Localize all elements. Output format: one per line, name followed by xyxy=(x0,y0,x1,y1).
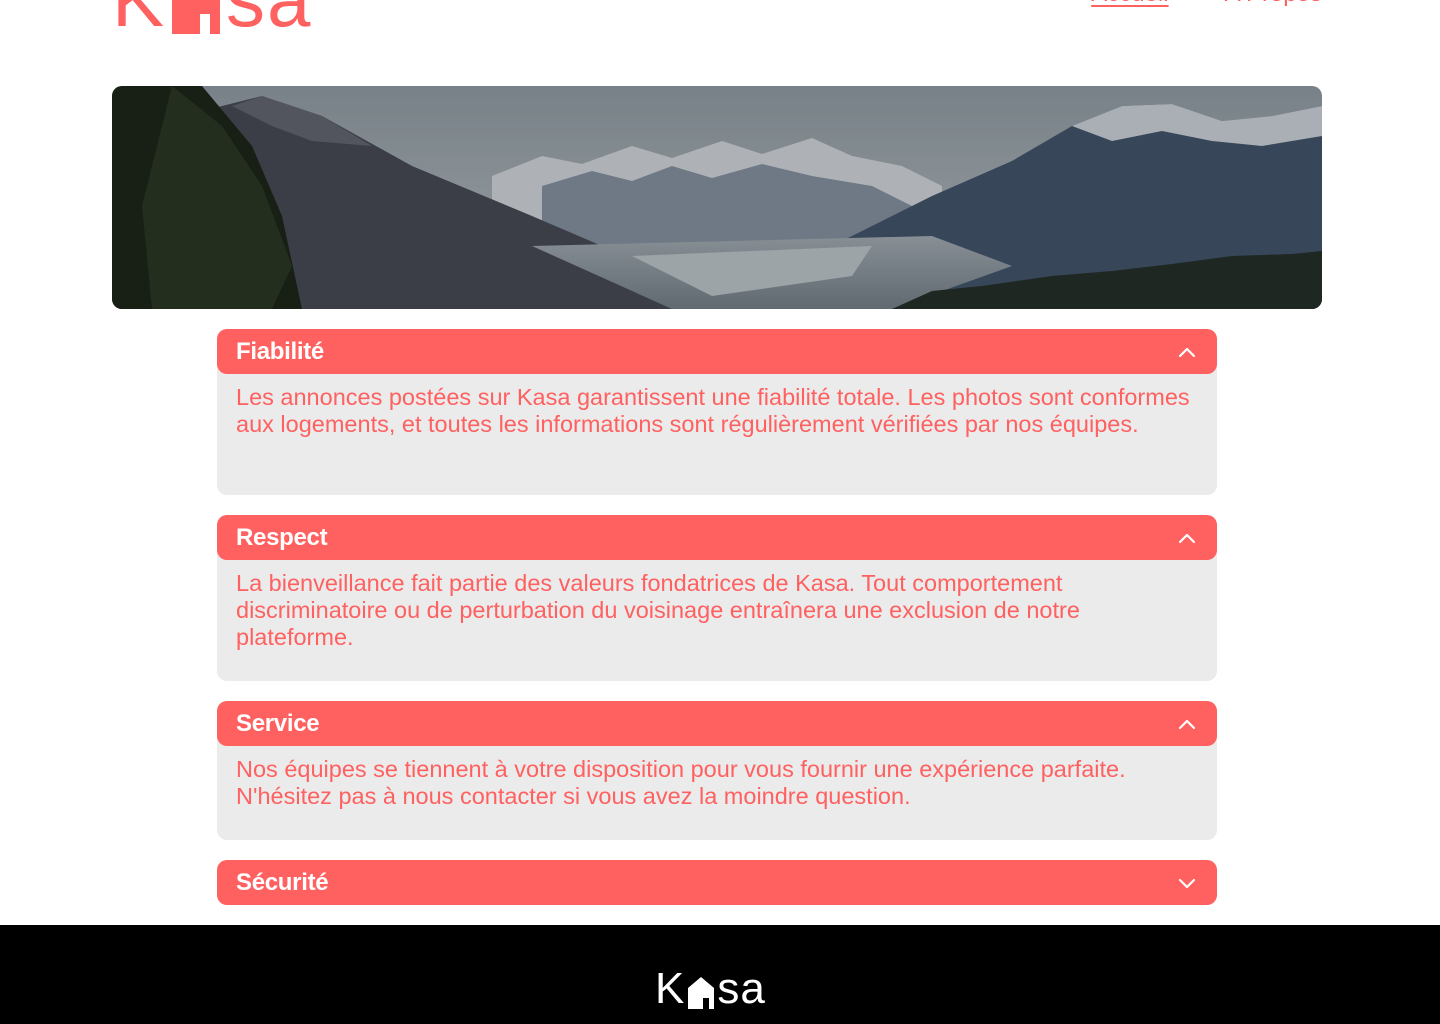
collapse-fiabilite: Fiabilité Les annonces postées sur Kasa … xyxy=(217,329,1217,495)
about-banner xyxy=(112,86,1322,309)
main-nav: Accueil A Propos xyxy=(1091,0,1322,8)
collapse-service: Service Nos équipes se tiennent à votre … xyxy=(217,701,1217,840)
collapse-text: Nos équipes se tiennent à votre disposit… xyxy=(236,756,1126,809)
collapse-header-fiabilite[interactable]: Fiabilité xyxy=(217,329,1217,374)
collapse-header-securite[interactable]: Sécurité xyxy=(217,860,1217,905)
collapse-title: Sécurité xyxy=(236,868,329,896)
chevron-down-icon[interactable] xyxy=(1177,873,1197,893)
collapse-title: Service xyxy=(236,709,320,737)
nav-link-a-propos[interactable]: A Propos xyxy=(1225,0,1322,8)
chevron-up-icon[interactable] xyxy=(1177,714,1197,734)
collapse-text: Les annonces postées sur Kasa garantisse… xyxy=(236,384,1190,437)
footer: K sa xyxy=(0,925,1440,1024)
footer-logo-letter-k: K xyxy=(655,964,686,1013)
collapse-body-fiabilite: Les annonces postées sur Kasa garantisse… xyxy=(217,364,1217,495)
logo-letters-sa: sa xyxy=(226,0,312,38)
collapse-title: Fiabilité xyxy=(236,337,324,365)
collapse-securite: Sécurité xyxy=(217,860,1217,905)
values-collapse-list: Fiabilité Les annonces postées sur Kasa … xyxy=(217,329,1217,925)
collapse-respect: Respect La bienveillance fait partie des… xyxy=(217,515,1217,681)
nav-link-accueil[interactable]: Accueil xyxy=(1091,0,1168,8)
mountain-banner-image xyxy=(112,86,1322,309)
collapse-body-service: Nos équipes se tiennent à votre disposit… xyxy=(217,736,1217,840)
collapse-header-respect[interactable]: Respect xyxy=(217,515,1217,560)
collapse-header-service[interactable]: Service xyxy=(217,701,1217,746)
collapse-text: La bienveillance fait partie des valeurs… xyxy=(236,570,1080,650)
house-icon xyxy=(170,0,222,34)
chevron-up-icon[interactable] xyxy=(1177,528,1197,548)
kasa-logo[interactable]: K sa xyxy=(112,0,312,38)
chevron-up-icon[interactable] xyxy=(1177,342,1197,362)
footer-logo-letters-sa: sa xyxy=(717,964,766,1013)
footer-kasa-logo: K sa xyxy=(655,967,766,1011)
collapse-title: Respect xyxy=(236,523,328,551)
logo-letter-k: K xyxy=(112,0,166,38)
about-page: K sa Accueil A Propos xyxy=(0,0,1440,1024)
house-icon xyxy=(687,974,715,1009)
collapse-body-respect: La bienveillance fait partie des valeurs… xyxy=(217,550,1217,681)
header: K sa Accueil A Propos xyxy=(0,0,1440,40)
